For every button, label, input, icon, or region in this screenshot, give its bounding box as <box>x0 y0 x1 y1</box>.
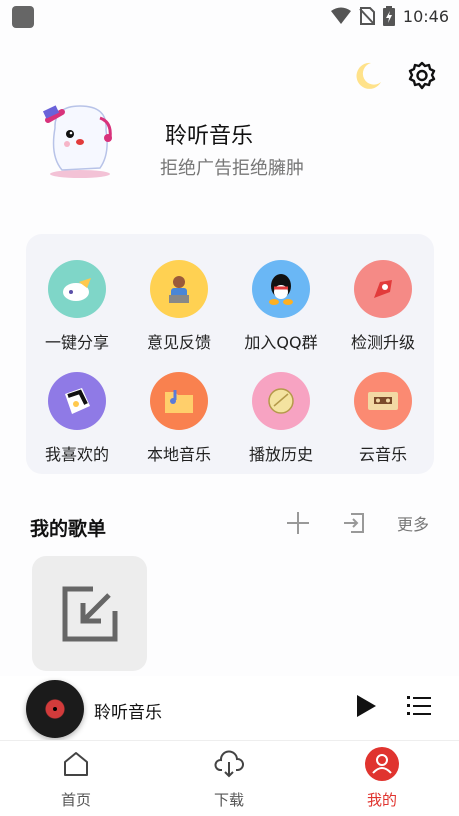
avatar[interactable] <box>40 98 120 178</box>
profile-name: 聆听音乐 <box>165 124 254 149</box>
status-icons: 10:46 <box>330 6 449 26</box>
player-controls <box>355 694 431 718</box>
playlist-icon[interactable] <box>407 694 431 718</box>
app-notification-icon <box>12 6 34 28</box>
profile-icon <box>365 747 399 781</box>
wifi-icon <box>330 7 351 24</box>
share-icon <box>48 260 106 318</box>
grid-item-cloud-music[interactable]: 云音乐 <box>332 350 434 464</box>
tab-label: 下载 <box>213 791 244 809</box>
import-playlist-tile[interactable] <box>32 556 147 671</box>
player-title: 聆听音乐 <box>94 703 162 723</box>
import-arrow-icon <box>62 586 117 641</box>
moon-icon[interactable] <box>351 60 383 92</box>
tab-download[interactable]: 下载 <box>179 749 279 811</box>
local-music-icon <box>150 372 208 430</box>
grid-item-upgrade[interactable]: 检测升级 <box>332 238 434 352</box>
home-icon <box>61 749 91 779</box>
grid-label: 播放历史 <box>248 445 313 464</box>
grid-label: 我喜欢的 <box>44 445 109 464</box>
grid-item-qq-group[interactable]: 加入QQ群 <box>230 238 332 352</box>
feature-grid: 一键分享 意见反馈 加入QQ群 检测升级 我喜欢的 本地音乐 播放历史 云音乐 <box>26 234 434 474</box>
gear-icon[interactable] <box>407 61 437 91</box>
clock: 10:46 <box>402 6 449 26</box>
grid-label: 本地音乐 <box>146 445 211 464</box>
history-icon <box>252 372 310 430</box>
grid-item-share[interactable]: 一键分享 <box>26 238 128 352</box>
import-playlist-icon[interactable] <box>341 510 367 536</box>
cloud-music-icon <box>354 372 412 430</box>
playlists-title: 我的歌单 <box>30 518 107 540</box>
album-disc[interactable] <box>26 680 84 738</box>
grid-label: 云音乐 <box>358 445 407 464</box>
profile-section[interactable]: 聆听音乐 拒绝广告拒绝臃肿 <box>40 98 440 188</box>
play-icon[interactable] <box>355 694 377 718</box>
upgrade-icon <box>354 260 412 318</box>
tab-mine[interactable]: 我的 <box>332 747 432 811</box>
header-actions <box>351 60 437 92</box>
feedback-icon <box>150 260 208 318</box>
qq-icon <box>252 260 310 318</box>
bottom-tab-bar: 首页 下载 我的 <box>0 740 459 816</box>
grid-item-feedback[interactable]: 意见反馈 <box>128 238 230 352</box>
battery-icon <box>382 6 395 26</box>
tab-home[interactable]: 首页 <box>26 749 126 811</box>
add-playlist-icon[interactable] <box>285 510 311 536</box>
more-link[interactable]: 更多 <box>397 511 429 535</box>
download-icon <box>214 749 244 779</box>
profile-subtitle: 拒绝广告拒绝臃肿 <box>160 158 304 179</box>
tab-label: 我的 <box>366 791 397 809</box>
favorite-icon <box>48 372 106 430</box>
status-bar: 10:46 <box>0 0 459 32</box>
playlists-actions: 更多 <box>285 510 429 536</box>
tab-label: 首页 <box>60 791 91 809</box>
no-sim-icon <box>359 7 375 25</box>
grid-item-local-music[interactable]: 本地音乐 <box>128 350 230 464</box>
grid-item-favorites[interactable]: 我喜欢的 <box>26 350 128 464</box>
mini-player[interactable]: 聆听音乐 <box>0 676 459 740</box>
grid-item-history[interactable]: 播放历史 <box>230 350 332 464</box>
